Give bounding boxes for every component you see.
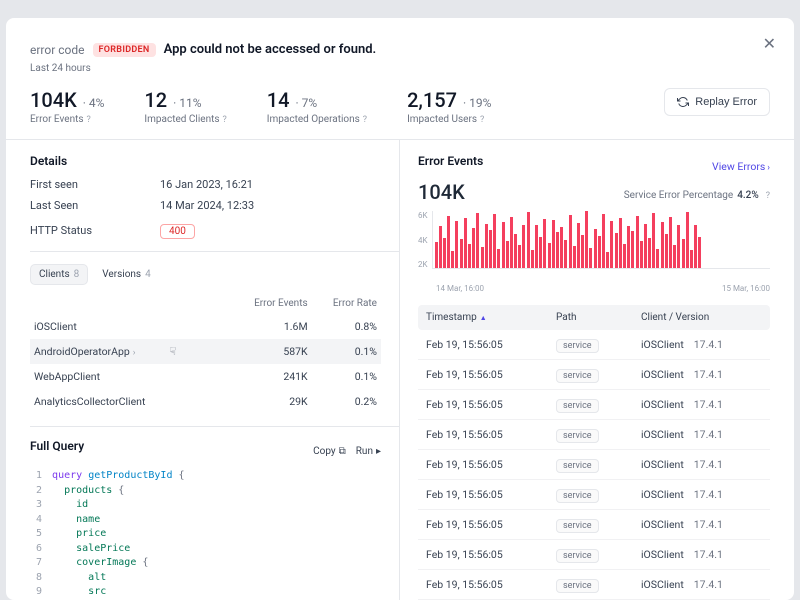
view-errors-link[interactable]: View Errors› [712, 160, 770, 173]
client-row[interactable]: AndroidOperatorApp›☟587K0.1% [30, 339, 381, 364]
path-chip: service [556, 489, 599, 503]
error-code-label: error code [30, 43, 85, 57]
path-chip: service [556, 519, 599, 533]
first-seen-value: 16 Jan 2023, 16:21 [160, 178, 253, 191]
event-row[interactable]: Feb 19, 15:56:05serviceiOSClient17.4.1 [418, 480, 770, 510]
info-icon[interactable]: ? [223, 115, 227, 125]
query-code: 12345678910111213 query getProductById {… [30, 469, 381, 600]
service-error-pct: 4.2% [737, 190, 759, 201]
error-message: App could not be accessed or found. [164, 42, 377, 57]
path-chip: service [556, 369, 599, 383]
full-query-title: Full Query [30, 439, 303, 453]
close-icon[interactable]: ✕ [763, 34, 776, 53]
chevron-right-icon: › [767, 163, 770, 173]
error-panel: ✕ error code FORBIDDEN App could not be … [6, 18, 794, 600]
col-client-version[interactable]: Client / Version [641, 312, 762, 323]
path-chip: service [556, 579, 599, 593]
play-icon: ▸ [376, 446, 381, 457]
stat-impacted-users: 2,157· 19% Impacted Users? [407, 88, 491, 125]
copy-button[interactable]: Copy⧉ [313, 446, 346, 457]
event-row[interactable]: Feb 19, 15:56:05serviceiOSClient17.4.1 [418, 330, 770, 360]
copy-icon: ⧉ [339, 446, 346, 457]
info-icon[interactable]: ? [363, 115, 367, 125]
client-row[interactable]: iOSClient1.6M0.8% [30, 314, 381, 339]
stat-impacted-clients: 12· 11% Impacted Clients? [144, 88, 226, 125]
info-icon[interactable]: ? [766, 191, 770, 201]
col-timestamp[interactable]: Timestamp▲ [426, 312, 556, 323]
stats-row: 104K· 4% Error Events? 12· 11% Impacted … [30, 88, 770, 125]
chevron-right-icon: › [133, 348, 136, 358]
clients-table: Error Events Error Rate iOSClient1.6M0.8… [30, 293, 381, 414]
event-row[interactable]: Feb 19, 15:56:05serviceiOSClient17.4.1 [418, 450, 770, 480]
last-seen-value: 14 Mar 2024, 12:33 [160, 199, 254, 212]
path-chip: service [556, 459, 599, 473]
replay-icon [677, 96, 689, 108]
info-icon[interactable]: ? [87, 115, 91, 125]
client-row[interactable]: AnalyticsCollectorClient29K0.2% [30, 389, 381, 414]
path-chip: service [556, 549, 599, 563]
replay-error-button[interactable]: Replay Error [664, 88, 770, 116]
event-row[interactable]: Feb 19, 15:56:05serviceiOSClient17.4.1 [418, 510, 770, 540]
stat-impacted-operations: 14· 7% Impacted Operations? [267, 88, 367, 125]
events-table-header: Timestamp▲ Path Client / Version [418, 305, 770, 330]
client-row[interactable]: WebAppClient241K0.1% [30, 364, 381, 389]
http-status-badge: 400 [160, 224, 195, 239]
info-icon[interactable]: ? [480, 115, 484, 125]
forbidden-badge: FORBIDDEN [93, 43, 156, 57]
stat-error-events: 104K· 4% Error Events? [30, 88, 104, 125]
event-row[interactable]: Feb 19, 15:56:05serviceiOSClient17.4.1 [418, 390, 770, 420]
tab-versions[interactable]: Versions4 [94, 264, 158, 285]
time-range: Last 24 hours [30, 63, 770, 74]
event-row[interactable]: Feb 19, 15:56:05serviceiOSClient17.4.1 [418, 540, 770, 570]
path-chip: service [556, 399, 599, 413]
tab-clients[interactable]: Clients8 [30, 264, 88, 285]
event-row[interactable]: Feb 19, 15:56:05serviceiOSClient17.4.1 [418, 360, 770, 390]
cursor-icon: ☟ [169, 345, 176, 358]
details-title: Details [30, 154, 381, 168]
error-events-title: Error Events [418, 154, 712, 168]
path-chip: service [556, 429, 599, 443]
run-button[interactable]: Run▸ [356, 446, 381, 457]
event-row[interactable]: Feb 19, 15:56:05serviceiOSClient17.4.1 [418, 570, 770, 600]
sort-asc-icon: ▲ [480, 314, 487, 322]
path-chip: service [556, 339, 599, 353]
col-path[interactable]: Path [556, 312, 641, 323]
event-row[interactable]: Feb 19, 15:56:05serviceiOSClient17.4.1 [418, 420, 770, 450]
error-events-chart: 6K4K2K [418, 211, 770, 281]
